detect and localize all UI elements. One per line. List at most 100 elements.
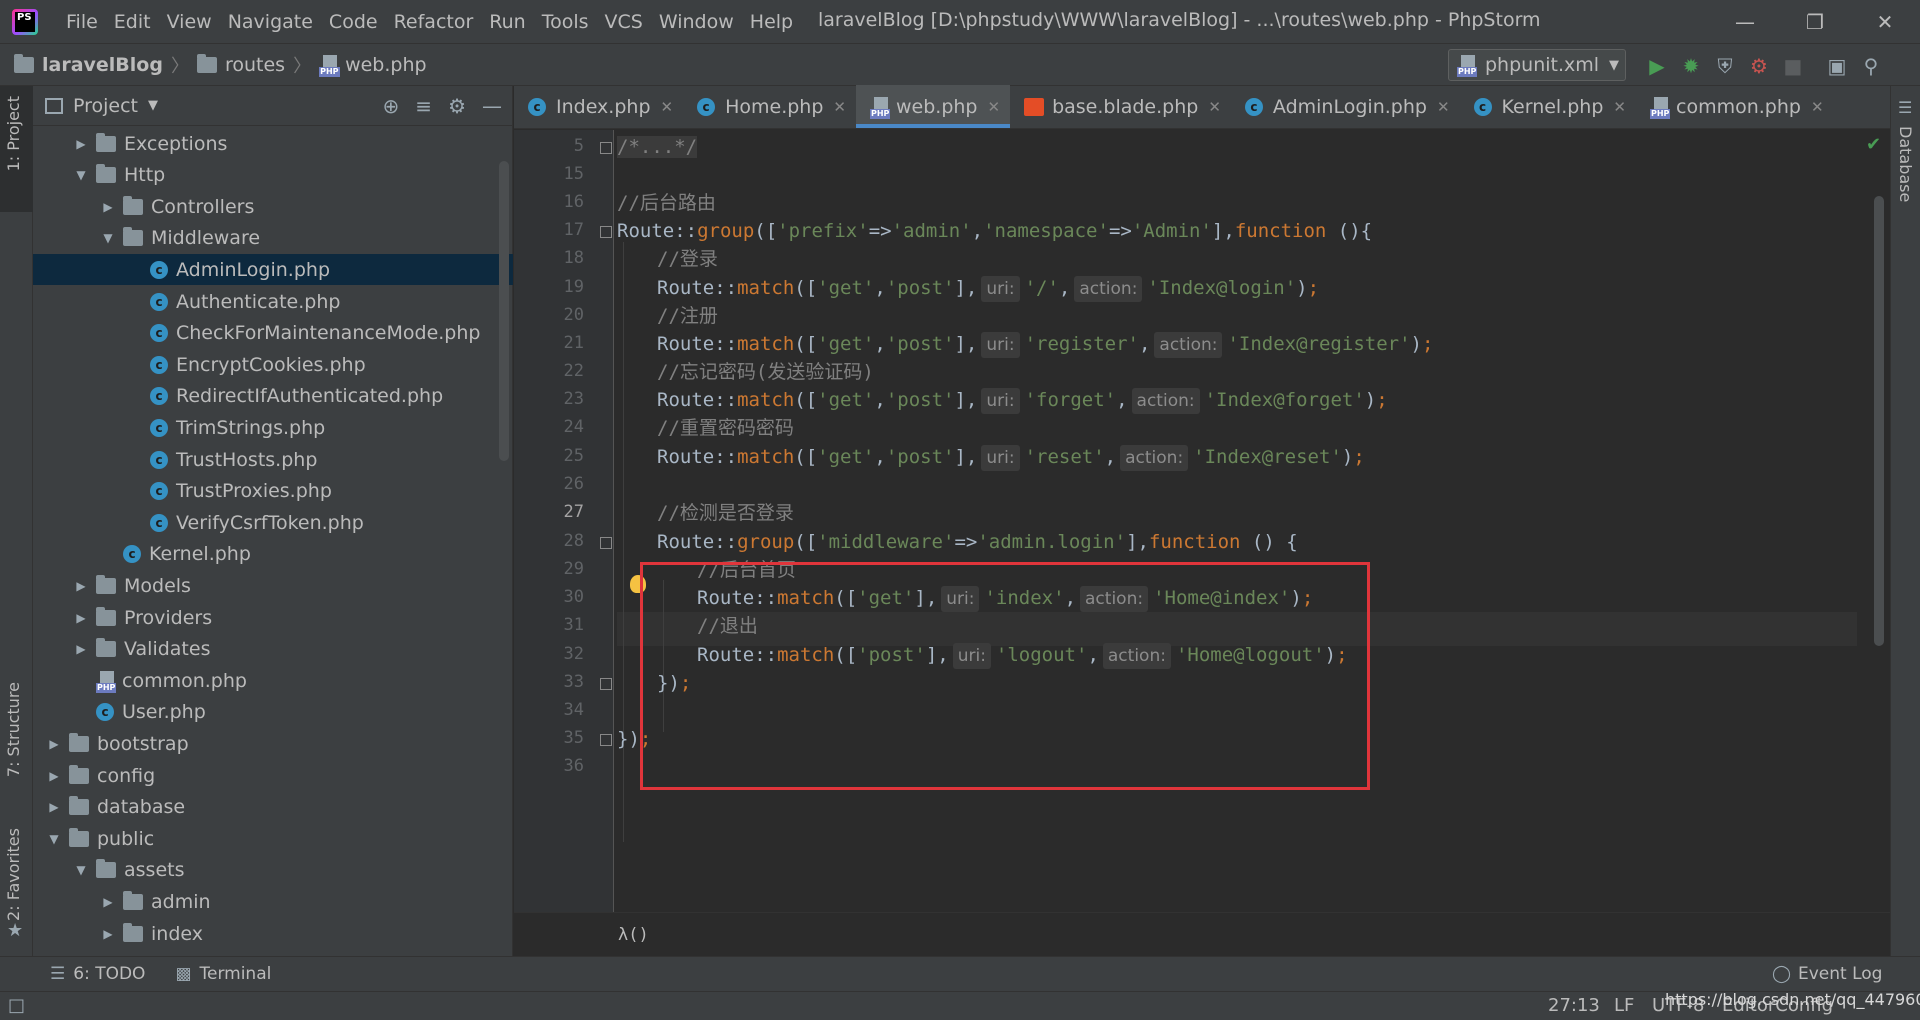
editor-tab[interactable]: c AdminLogin.php ✕: [1231, 85, 1460, 128]
tree-item[interactable]: c TrustProxies.php: [33, 476, 513, 507]
terminal-tool-tab[interactable]: Terminal: [200, 964, 272, 984]
close-icon[interactable]: ✕: [833, 98, 846, 116]
collapsed-arrow-icon[interactable]: ▶: [97, 200, 119, 214]
tree-item[interactable]: c User.php: [33, 697, 513, 728]
tool-windows-toggle-icon[interactable]: □: [8, 995, 25, 1016]
tree-item[interactable]: ▶ config: [33, 760, 513, 791]
menu-vcs[interactable]: VCS: [597, 11, 651, 33]
fold-marker-icon[interactable]: [600, 678, 612, 690]
tree-scrollbar[interactable]: [499, 161, 509, 461]
tree-item[interactable]: ▶ index: [33, 918, 513, 949]
code-breadcrumb[interactable]: λ(): [514, 912, 1890, 956]
line-number[interactable]: 15: [514, 164, 584, 184]
close-icon[interactable]: ✕: [1811, 98, 1824, 116]
line-number[interactable]: 22: [514, 361, 584, 381]
code-area[interactable]: /*...*/ //后台路由 Route::group(['prefix'=>'…: [617, 130, 1857, 912]
tree-item[interactable]: ▼ assets: [33, 855, 513, 886]
gear-icon[interactable]: ⚙: [448, 94, 466, 118]
inspection-ok-icon[interactable]: ✔: [1866, 134, 1881, 155]
line-number[interactable]: 26: [514, 474, 584, 494]
stop-icon[interactable]: ■: [1776, 54, 1810, 78]
tree-item[interactable]: c TrimStrings.php: [33, 412, 513, 443]
line-number[interactable]: 29: [514, 559, 584, 579]
line-number[interactable]: 23: [514, 389, 584, 409]
tree-item[interactable]: ▶ Exceptions: [33, 128, 513, 159]
line-number[interactable]: 33: [514, 672, 584, 692]
tree-item[interactable]: ▼ Middleware: [33, 223, 513, 254]
line-number[interactable]: 31: [514, 615, 584, 635]
close-icon[interactable]: ✕: [1613, 98, 1626, 116]
folded-comment[interactable]: /*...*/: [617, 136, 698, 158]
line-number[interactable]: 16: [514, 192, 584, 212]
tree-item[interactable]: c VerifyCsrfToken.php: [33, 507, 513, 538]
tree-item[interactable]: c EncryptCookies.php: [33, 349, 513, 380]
tree-item[interactable]: ▶ Validates: [33, 634, 513, 665]
menu-navigate[interactable]: Navigate: [220, 11, 321, 33]
tree-item[interactable]: ▶ Models: [33, 570, 513, 601]
editor-tab[interactable]: common.php ✕: [1636, 85, 1834, 128]
menu-view[interactable]: View: [159, 11, 220, 33]
fold-marker-icon[interactable]: [600, 226, 612, 238]
line-number[interactable]: 24: [514, 417, 584, 437]
menu-file[interactable]: File: [58, 11, 106, 33]
menu-edit[interactable]: Edit: [106, 11, 159, 33]
tree-item[interactable]: c Kernel.php: [33, 539, 513, 570]
locate-icon[interactable]: ⊕: [383, 94, 400, 118]
menu-window[interactable]: Window: [651, 11, 742, 33]
collapsed-arrow-icon[interactable]: ▶: [70, 611, 92, 625]
profile-icon[interactable]: ⚙: [1742, 54, 1776, 78]
collapsed-arrow-icon[interactable]: ▶: [70, 137, 92, 151]
tree-item[interactable]: c TrustHosts.php: [33, 444, 513, 475]
tree-item[interactable]: ▶ database: [33, 792, 513, 823]
line-number[interactable]: 19: [514, 277, 584, 297]
line-number[interactable]: 25: [514, 446, 584, 466]
editor-tab[interactable]: c Home.php ✕: [683, 85, 856, 128]
todo-tool-tab[interactable]: 6: TODO: [73, 964, 145, 984]
collapsed-arrow-icon[interactable]: ▶: [43, 737, 65, 751]
tree-item[interactable]: ▶ Providers: [33, 602, 513, 633]
expanded-arrow-icon[interactable]: ▼: [70, 168, 92, 182]
tree-item[interactable]: c AdminLogin.php: [33, 254, 513, 286]
caret-position[interactable]: 27:13: [1548, 995, 1600, 1016]
close-window-button[interactable]: ✕: [1850, 0, 1920, 43]
debug-icon[interactable]: ✹: [1674, 54, 1708, 78]
breadcrumb-folder[interactable]: routes: [196, 53, 285, 76]
editor-tab[interactable]: web.php ✕: [855, 85, 1011, 128]
chevron-down-icon[interactable]: ▼: [148, 98, 158, 113]
line-number[interactable]: 32: [514, 644, 584, 664]
close-icon[interactable]: ✕: [1208, 98, 1221, 116]
menu-code[interactable]: Code: [321, 11, 386, 33]
close-icon[interactable]: ✕: [1437, 98, 1450, 116]
expanded-arrow-icon[interactable]: ▼: [70, 863, 92, 877]
fold-marker-icon[interactable]: [600, 142, 612, 154]
menu-refactor[interactable]: Refactor: [386, 11, 482, 33]
line-number[interactable]: 28: [514, 531, 584, 551]
collapse-all-icon[interactable]: ≡: [415, 94, 432, 118]
line-number[interactable]: 20: [514, 305, 584, 325]
collapsed-arrow-icon[interactable]: ▶: [70, 579, 92, 593]
line-number[interactable]: 17: [514, 220, 584, 240]
minimize-button[interactable]: —: [1710, 0, 1780, 43]
close-icon[interactable]: ✕: [661, 98, 674, 116]
collapsed-arrow-icon[interactable]: ▶: [43, 800, 65, 814]
tree-item[interactable]: ▶ bootstrap: [33, 728, 513, 759]
editor-scrollbar[interactable]: [1874, 196, 1884, 646]
line-number[interactable]: 18: [514, 248, 584, 268]
tree-item[interactable]: c Authenticate.php: [33, 286, 513, 317]
database-tool-tab[interactable]: Database: [1896, 126, 1915, 202]
tree-item[interactable]: ▼ Http: [33, 160, 513, 191]
tree-item[interactable]: common.php: [33, 665, 513, 696]
event-log-tool-tab[interactable]: Event Log: [1798, 964, 1882, 984]
project-tool-tab[interactable]: 1: Project: [4, 96, 23, 171]
tree-item[interactable]: ▶ Controllers: [33, 191, 513, 222]
expanded-arrow-icon[interactable]: ▼: [43, 832, 65, 846]
line-number[interactable]: 21: [514, 333, 584, 353]
close-icon[interactable]: ✕: [987, 98, 1000, 116]
editor-tab[interactable]: c Index.php ✕: [514, 85, 683, 128]
tree-item[interactable]: ▼ public: [33, 823, 513, 854]
line-number[interactable]: 34: [514, 700, 584, 720]
collapsed-arrow-icon[interactable]: ▶: [97, 927, 119, 941]
search-icon[interactable]: ⚲: [1854, 54, 1888, 78]
restore-button[interactable]: ❐: [1780, 0, 1850, 43]
line-number[interactable]: 35: [514, 728, 584, 748]
